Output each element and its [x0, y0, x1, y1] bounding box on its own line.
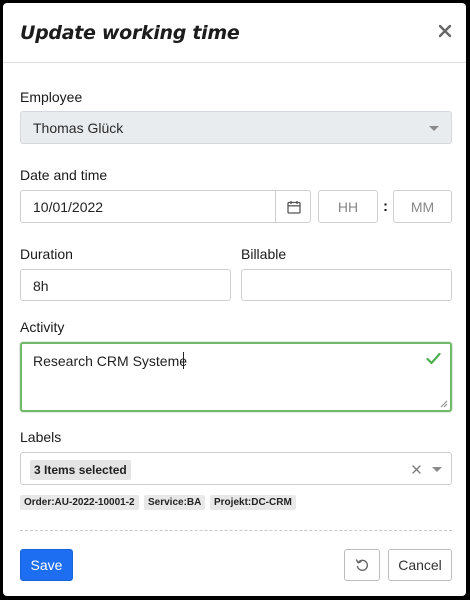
cancel-button-label: Cancel [398, 557, 442, 573]
check-icon [426, 352, 441, 365]
chevron-down-icon [432, 467, 442, 472]
cancel-button[interactable]: Cancel [388, 549, 452, 581]
undo-icon [355, 559, 369, 571]
billable-input[interactable] [241, 269, 452, 301]
date-input[interactable]: 10/01/2022 [20, 190, 276, 223]
save-button-label: Save [30, 557, 63, 573]
duration-value: 8h [33, 278, 49, 294]
date-value: 10/01/2022 [33, 199, 104, 215]
datetime-label: Date and time [20, 167, 108, 183]
text-cursor [183, 352, 184, 369]
duration-input[interactable]: 8h [20, 269, 231, 301]
hour-placeholder: HH [337, 199, 359, 215]
duration-label: Duration [20, 246, 73, 262]
reset-button[interactable] [344, 549, 380, 581]
save-button[interactable]: Save [20, 549, 73, 581]
labels-label: Labels [20, 429, 62, 445]
employee-label: Employee [20, 89, 83, 105]
hour-input[interactable]: HH [318, 190, 378, 223]
label-tag: Order:AU-2022-10001-2 [20, 495, 139, 510]
clear-icon[interactable] [412, 465, 421, 474]
footer-divider [20, 530, 452, 531]
selected-summary: 3 Items selected [30, 460, 131, 480]
labels-multiselect[interactable]: 3 Items selected [20, 452, 452, 485]
minute-placeholder: MM [410, 199, 435, 215]
employee-select[interactable]: Thomas Glück [20, 111, 452, 144]
billable-label: Billable [241, 246, 287, 262]
resize-handle-icon[interactable] [440, 400, 448, 408]
minute-input[interactable]: MM [393, 190, 452, 223]
update-working-time-dialog: Update working time Employee Thomas Glüc… [3, 3, 466, 596]
chevron-down-icon [429, 126, 439, 131]
close-icon[interactable] [438, 24, 452, 38]
label-tag: Projekt:DC-CRM [210, 495, 296, 510]
calendar-button[interactable] [275, 190, 311, 223]
calendar-icon [287, 201, 301, 214]
activity-textarea[interactable]: Research CRM Systeme [20, 342, 452, 412]
dialog-title: Update working time [20, 22, 240, 44]
time-separator: : [383, 198, 388, 215]
activity-value: Research CRM Systeme [33, 353, 188, 369]
dialog-header: Update working time [3, 3, 466, 63]
label-tag: Service:BA [144, 495, 206, 510]
employee-value: Thomas Glück [33, 120, 124, 136]
activity-label: Activity [20, 319, 65, 335]
